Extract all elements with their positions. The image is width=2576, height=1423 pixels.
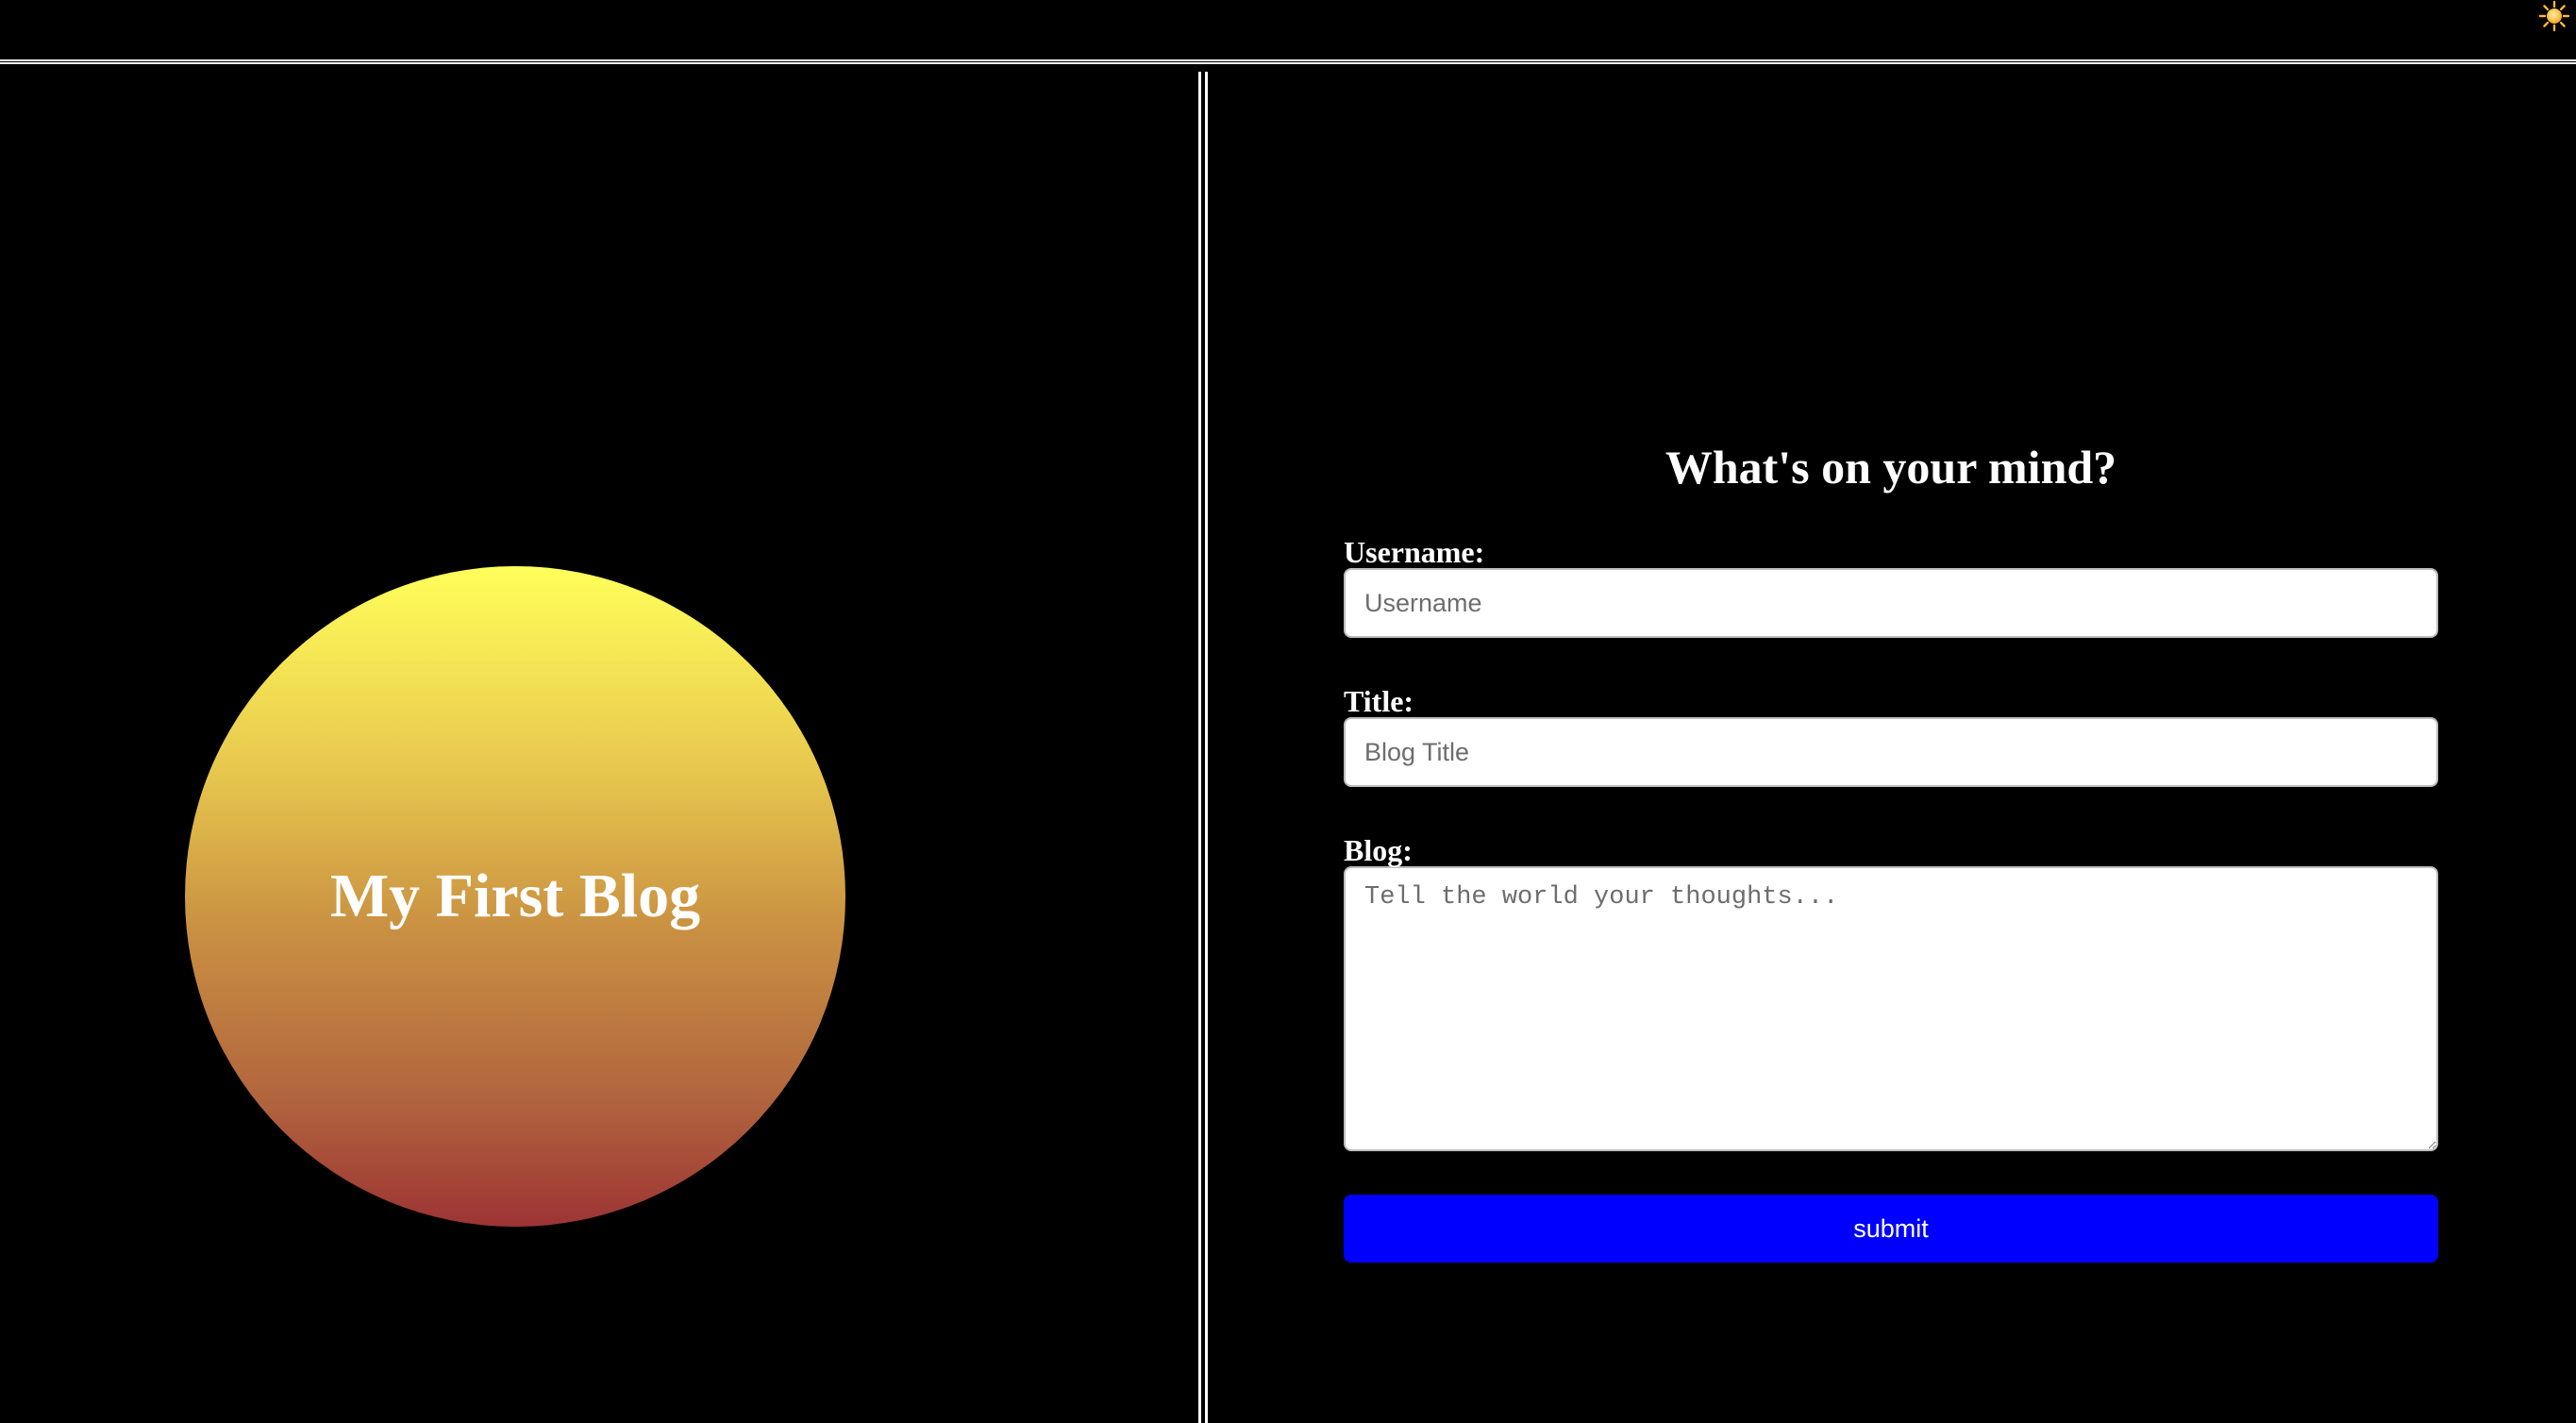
blog-textarea[interactable] <box>1344 866 2438 1151</box>
title-input[interactable] <box>1344 717 2438 787</box>
username-label: Username: <box>1344 535 1485 569</box>
blog-label: Blog: <box>1344 833 1413 867</box>
blog-form: What's on your mind? Username: Title: Bl… <box>1344 434 2438 1263</box>
hero-pane: My First Blog <box>0 72 1198 1423</box>
form-title: What's on your mind? <box>1664 441 2117 494</box>
page-header <box>0 0 2576 64</box>
title-label: Title: <box>1344 684 1414 718</box>
blog-title-heading: My First Blog <box>329 862 701 930</box>
username-input[interactable] <box>1344 568 2438 638</box>
submit-button[interactable]: submit <box>1344 1195 2438 1263</box>
vertical-divider <box>1198 72 1208 1423</box>
hero-circle: My First Blog <box>185 566 845 1227</box>
sun-icon[interactable] <box>2538 0 2570 32</box>
blog-form-pane: What's on your mind? Username: Title: Bl… <box>1344 434 2438 1263</box>
